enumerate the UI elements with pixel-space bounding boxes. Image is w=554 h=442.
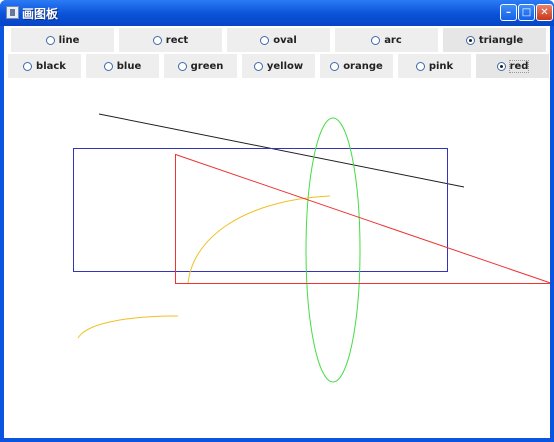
drawn-rectangle [73, 148, 448, 272]
maximize-button[interactable]: □ [518, 4, 535, 21]
radio-icon[interactable] [177, 61, 187, 71]
color-option-label: green [190, 60, 224, 72]
minimize-button[interactable]: – [500, 4, 517, 21]
color-option-black[interactable]: black [8, 54, 81, 78]
color-option-label: blue [116, 60, 142, 72]
shape-option-label: line [58, 34, 80, 46]
color-option-label: yellow [266, 60, 304, 72]
drawing-surface[interactable] [4, 78, 553, 438]
radio-icon[interactable] [23, 61, 33, 71]
drawn-oval [305, 117, 361, 383]
radio-icon[interactable] [330, 61, 340, 71]
color-option-label: pink [428, 60, 454, 72]
radio-icon[interactable] [260, 35, 270, 45]
title-bar[interactable]: 画图板 – □ ✕ [0, 0, 554, 26]
color-option-yellow[interactable]: yellow [242, 54, 315, 78]
color-option-blue[interactable]: blue [86, 54, 159, 78]
radio-icon[interactable] [415, 61, 425, 71]
radio-icon[interactable] [103, 61, 113, 71]
window-border-right [550, 26, 554, 442]
shape-option-label: oval [273, 34, 297, 46]
shape-option-label: rect [165, 34, 189, 46]
java-app-icon [6, 6, 19, 19]
shape-option-label: arc [384, 34, 402, 46]
shape-option-triangle[interactable]: triangle [443, 28, 546, 52]
color-radio-group: black blue green yellow orange pink red [4, 54, 550, 80]
color-option-label: black [36, 60, 66, 72]
close-button[interactable]: ✕ [536, 4, 553, 21]
radio-icon[interactable] [152, 35, 162, 45]
shape-option-label: triangle [478, 34, 524, 46]
radio-icon[interactable] [253, 61, 263, 71]
color-option-label: red [508, 59, 530, 73]
shape-option-arc[interactable]: arc [335, 28, 438, 52]
radio-icon[interactable] [371, 35, 381, 45]
app-window: 画图板 – □ ✕ line rect oval arc triangle bl… [0, 0, 554, 442]
client-area: line rect oval arc triangle black blue g… [4, 26, 553, 438]
color-option-label: orange [343, 60, 383, 72]
color-option-red[interactable]: red [476, 54, 549, 78]
drawn-arc [187, 195, 331, 285]
shape-radio-group: line rect oval arc triangle [4, 28, 550, 54]
color-option-pink[interactable]: pink [398, 54, 471, 78]
shape-option-oval[interactable]: oval [227, 28, 330, 52]
drawing-canvas[interactable] [4, 78, 553, 438]
window-title: 画图板 [22, 7, 59, 21]
color-option-green[interactable]: green [164, 54, 237, 78]
drawn-line [98, 113, 465, 188]
drawn-arc [77, 315, 179, 339]
window-border-bottom [0, 438, 554, 442]
shape-option-rect[interactable]: rect [119, 28, 222, 52]
radio-icon[interactable] [45, 35, 55, 45]
shape-option-line[interactable]: line [11, 28, 114, 52]
radio-selected-icon[interactable] [496, 61, 506, 71]
radio-selected-icon[interactable] [465, 35, 475, 45]
drawn-triangle [175, 153, 553, 284]
color-option-orange[interactable]: orange [320, 54, 393, 78]
